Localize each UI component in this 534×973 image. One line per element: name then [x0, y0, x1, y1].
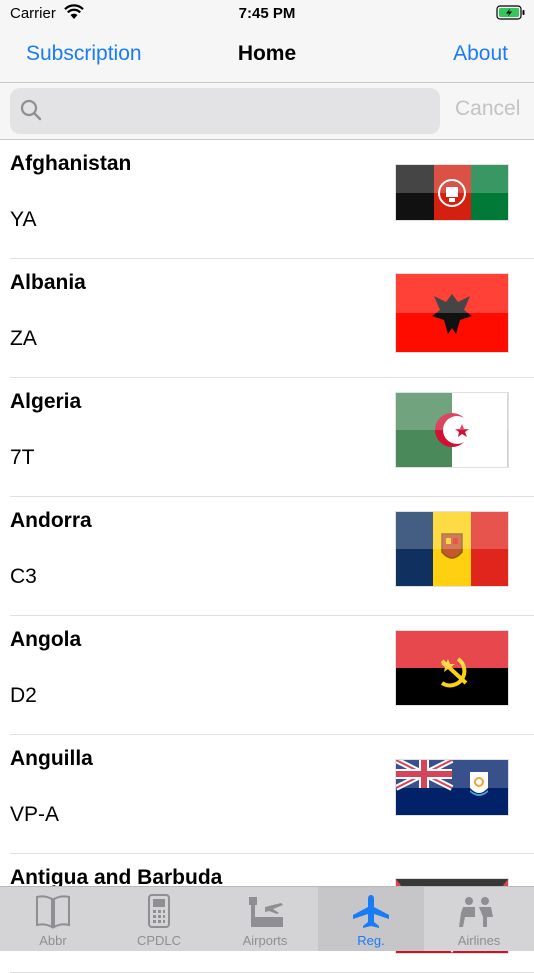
airport-icon — [245, 893, 285, 929]
search-bar: Cancel — [0, 83, 534, 140]
tab-airports[interactable]: Airports — [212, 887, 318, 951]
search-input[interactable] — [54, 96, 438, 128]
tab-label: Airlines — [457, 933, 501, 948]
list-item[interactable]: Anguilla VP-A — [10, 735, 534, 854]
registration-prefix: C3 — [10, 565, 37, 588]
registration-prefix: VP-A — [10, 803, 60, 826]
list-item[interactable]: Angola D2 — [10, 616, 534, 735]
list-item[interactable]: Albania ZA — [10, 259, 534, 378]
albania-flag-icon — [396, 274, 508, 352]
battery-icon — [496, 5, 526, 26]
country-name: Anguilla — [10, 747, 93, 770]
registration-prefix: D2 — [10, 684, 37, 707]
search-icon — [20, 99, 42, 126]
search-field[interactable] — [10, 88, 440, 134]
country-name: Andorra — [10, 509, 92, 532]
tab-label: CPDLC — [136, 933, 182, 948]
status-time: 7:45 PM — [238, 5, 296, 22]
tab-airlines[interactable]: Airlines — [424, 887, 534, 951]
navigation-bar: Subscription Home About — [0, 30, 534, 83]
about-button[interactable]: About — [453, 42, 508, 66]
country-list[interactable]: Afghanistan YA Albania ZA Algeria 7T And… — [0, 140, 534, 973]
book-icon — [33, 893, 73, 929]
passengers-icon — [457, 893, 497, 929]
afghanistan-flag-icon — [396, 165, 508, 220]
angola-flag-icon — [396, 631, 508, 705]
device-icon — [139, 893, 179, 929]
airplane-icon — [351, 893, 391, 929]
country-name: Angola — [10, 628, 82, 651]
country-name: Afghanistan — [10, 152, 132, 175]
algeria-flag-icon — [396, 393, 508, 467]
cancel-button[interactable]: Cancel — [455, 97, 520, 121]
registration-prefix: ZA — [10, 327, 37, 350]
list-item[interactable]: Afghanistan YA — [10, 140, 534, 259]
status-bar: Carrier 7:45 PM — [0, 0, 534, 30]
anguilla-flag-icon — [396, 760, 508, 815]
list-item[interactable]: Algeria 7T — [10, 378, 534, 497]
tab-bar: Abbr CPDLC Airports Reg. Airlines — [0, 886, 534, 951]
tab-abbr[interactable]: Abbr — [0, 887, 106, 951]
registration-prefix: YA — [10, 208, 37, 231]
tab-label: Reg. — [357, 933, 385, 948]
tab-cpdlc[interactable]: CPDLC — [106, 887, 212, 951]
list-item[interactable]: Andorra C3 — [10, 497, 534, 616]
andorra-flag-icon — [396, 512, 508, 586]
tab-label: Abbr — [39, 933, 67, 948]
country-name: Albania — [10, 271, 86, 294]
country-name: Algeria — [10, 390, 82, 413]
registration-prefix: 7T — [10, 446, 35, 469]
tab-label: Airports — [242, 933, 288, 948]
tab-reg[interactable]: Reg. — [318, 887, 424, 951]
